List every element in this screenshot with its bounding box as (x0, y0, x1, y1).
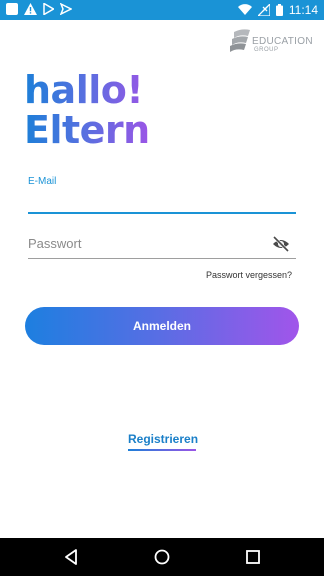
login-screen: EDUCATION GROUP hallo! Eltern E-Mail Pas… (0, 20, 324, 538)
wifi-icon (237, 4, 252, 16)
app-square-icon (6, 3, 18, 15)
password-placeholder: Passwort (28, 236, 82, 251)
logo-text-line1: EDUCATION (252, 36, 313, 47)
home-icon[interactable] (154, 549, 170, 570)
password-field[interactable]: Passwort (28, 232, 296, 259)
greeting-line2: Eltern (24, 108, 150, 152)
battery-icon (275, 4, 283, 16)
play-store-icon (43, 3, 54, 15)
recents-icon[interactable] (246, 549, 260, 570)
email-field[interactable]: E-Mail (28, 176, 296, 214)
back-icon[interactable] (64, 549, 78, 570)
education-group-logo-icon (230, 29, 250, 52)
status-time: 11:14 (288, 3, 318, 17)
email-label: E-Mail (28, 176, 57, 187)
navigation-bar (0, 538, 324, 576)
greeting-heading: hallo! Eltern (24, 70, 150, 150)
send-icon (60, 3, 72, 15)
education-group-logo: EDUCATION GROUP (230, 26, 313, 56)
status-bar: 11:14 (0, 0, 324, 20)
greeting-line1: hallo! (24, 68, 144, 112)
logo-text-line2: GROUP (254, 47, 279, 53)
forgot-password-link[interactable]: Passwort vergessen? (206, 270, 292, 280)
visibility-off-icon[interactable] (272, 235, 290, 257)
register-underline (128, 449, 196, 451)
warning-icon (24, 3, 37, 15)
register-link[interactable]: Registrieren (128, 432, 198, 448)
signal-off-icon (257, 4, 270, 16)
login-button[interactable]: Anmelden (25, 307, 299, 345)
